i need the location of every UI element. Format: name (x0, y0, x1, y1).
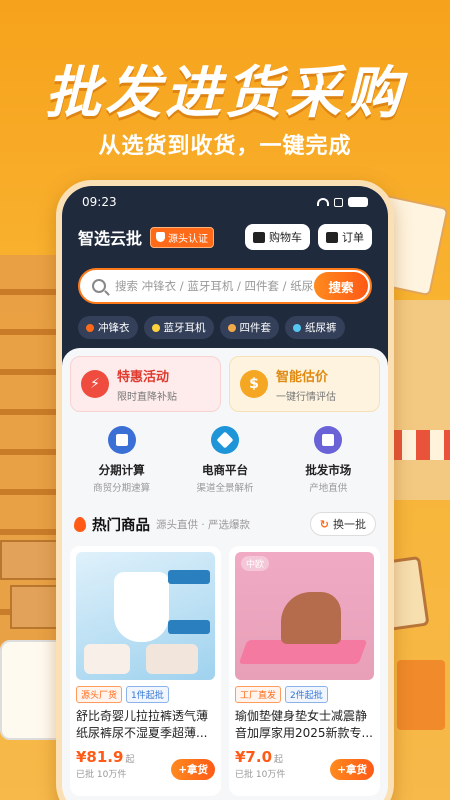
wifi-icon (317, 198, 329, 206)
refresh-label: 换一批 (333, 518, 366, 531)
shopping-bag-illustration (397, 660, 445, 730)
store-icon (314, 426, 343, 454)
product-image: 中欧 (235, 552, 374, 680)
feature-cards: ⚡ 特惠活动 限时直降补贴 $ 智能估价 一键行情评估 (70, 356, 380, 412)
cardboard-box-illustration (0, 540, 58, 580)
header-actions: 购物车 订单 (245, 224, 372, 250)
add-stock-button[interactable]: +拿货 (330, 759, 374, 780)
chip-label: 冲锋衣 (98, 322, 130, 334)
service-title: 电商平台 (201, 463, 248, 477)
chip-earphones[interactable]: 蓝牙耳机 (143, 316, 214, 339)
box-icon (227, 323, 236, 332)
card-subtitle: 限时直降补贴 (117, 391, 177, 403)
product-footer: ¥81.9 起 已批 10万件 +拿货 (76, 748, 215, 780)
orders-label: 订单 (342, 231, 364, 244)
tag-min-order: 2件起批 (285, 686, 328, 703)
product-sold: 已批 10万件 (76, 770, 127, 780)
delivery-van-illustration (0, 640, 60, 740)
search-button[interactable]: 搜索 (314, 272, 368, 300)
product-footer: ¥7.0 起 已批 10万件 +拿货 (235, 748, 374, 780)
tag-factory: 源头厂货 (76, 686, 123, 703)
card-subtitle: 一键行情评估 (276, 391, 336, 403)
smart-valuation-card[interactable]: $ 智能估价 一键行情评估 (229, 356, 380, 412)
services-row: 分期计算 商贸分期速算 电商平台 渠道全景解析 批发市场 产地直供 (70, 426, 380, 494)
chip-label: 四件套 (239, 322, 272, 334)
promo-headline: 批发进货采购 (45, 61, 405, 126)
product-tags: 工厂直发 2件起批 (235, 686, 374, 703)
hot-search-chips: 冲锋衣 蓝牙耳机 四件套 纸尿裤 (72, 316, 378, 339)
add-stock-button[interactable]: +拿货 (171, 759, 215, 780)
chip-label: 蓝牙耳机 (163, 322, 206, 334)
service-subtitle: 产地直供 (309, 483, 348, 494)
product-title: 舒比奇婴儿拉拉裤透气薄纸尿裤尿不湿夏季超薄... (76, 709, 209, 740)
service-subtitle: 商贸分期速算 (93, 483, 151, 494)
hot-subtitle: 源头直供 · 严选爆款 (156, 518, 251, 531)
product-sold: 已批 10万件 (235, 770, 286, 780)
cart-icon (253, 231, 265, 243)
status-icons (317, 197, 368, 207)
search-icon (92, 279, 106, 293)
brand-logo: 中欧 (241, 556, 270, 571)
cart-label: 购物车 (269, 231, 302, 244)
badge-label: 源头认证 (168, 233, 209, 245)
promo-subline: 从选货到收货，一键完成 (98, 134, 352, 159)
tag-min-order: 1件起批 (126, 686, 169, 703)
product-price: ¥7.0 起 (235, 748, 284, 766)
fire-icon (86, 323, 94, 332)
product-card[interactable]: 中欧 工厂直发 2件起批 瑜伽垫健身垫女士减震静音加厚家用2025新款专... … (229, 546, 380, 796)
content-panel: ⚡ 特惠活动 限时直降补贴 $ 智能估价 一键行情评估 分期计算 商贸分期速算 (62, 348, 388, 800)
clipboard-icon (326, 231, 338, 243)
product-title: 瑜伽垫健身垫女士减震静音加厚家用2025新款专... (235, 709, 373, 740)
product-price: ¥81.9 起 (76, 748, 135, 766)
product-grid: 源头厂货 1件起批 舒比奇婴儿拉拉裤透气薄纸尿裤尿不湿夏季超薄... ¥81.9… (70, 546, 380, 796)
product-tags: 源头厂货 1件起批 (76, 686, 215, 703)
card-title: 智能估价 (276, 369, 329, 385)
tag-factory: 工厂直发 (235, 686, 282, 703)
service-subtitle: 渠道全景解析 (196, 483, 254, 494)
orders-button[interactable]: 订单 (318, 224, 372, 250)
battery-icon (348, 197, 368, 207)
chip-diapers[interactable]: 纸尿裤 (285, 316, 345, 339)
ecommerce-platform-item[interactable]: 电商平台 渠道全景解析 (180, 426, 270, 494)
calculator-icon (107, 426, 136, 454)
wholesale-market-item[interactable]: 批发市场 产地直供 (283, 426, 373, 494)
diamond-icon (293, 323, 301, 332)
chip-bedding[interactable]: 四件套 (219, 316, 279, 339)
product-card[interactable]: 源头厂货 1件起批 舒比奇婴儿拉拉裤透气薄纸尿裤尿不湿夏季超薄... ¥81.9… (70, 546, 221, 796)
cart-button[interactable]: 购物车 (245, 224, 310, 250)
card-title: 特惠活动 (117, 369, 170, 385)
cube-icon (210, 426, 239, 454)
search-bar[interactable]: 搜索 冲锋衣 / 蓝牙耳机 / 四件套 / 纸尿裤 搜索 (78, 268, 372, 304)
shield-icon (156, 232, 166, 242)
product-image (76, 552, 215, 680)
chip-jacket[interactable]: 冲锋衣 (78, 316, 138, 339)
lightning-icon: ⚡ (81, 370, 109, 398)
special-offer-card[interactable]: ⚡ 特惠活动 限时直降补贴 (70, 356, 221, 412)
phone-mockup: 09:23 智选云批 源头认证 购物车 订单 搜索 冲锋衣 / 蓝牙耳机 / 四… (56, 180, 394, 800)
status-time: 09:23 (82, 195, 117, 209)
refresh-icon: ↻ (319, 517, 329, 531)
chip-label: 纸尿裤 (305, 322, 337, 334)
refresh-button[interactable]: ↻ 换一批 (309, 512, 376, 536)
status-bar: 09:23 (72, 186, 378, 218)
flame-icon (74, 516, 86, 532)
sim-icon (334, 197, 343, 207)
cardboard-box-illustration (10, 585, 60, 629)
service-title: 分期计算 (98, 463, 145, 477)
hot-products-header: 热门商品 源头直供 · 严选爆款 ↻ 换一批 (70, 512, 380, 536)
dollar-coin-icon: $ (240, 370, 268, 398)
source-verified-badge: 源头认证 (150, 226, 215, 248)
installment-calculator-item[interactable]: 分期计算 商贸分期速算 (77, 426, 167, 494)
hot-title: 热门商品 (92, 517, 150, 534)
lightning-icon (151, 323, 160, 332)
service-title: 批发市场 (305, 463, 352, 477)
app-title: 智选云批 (78, 229, 143, 248)
search-input[interactable]: 搜索 冲锋衣 / 蓝牙耳机 / 四件套 / 纸尿裤 (115, 278, 323, 294)
app-title-bar: 智选云批 源头认证 购物车 订单 (72, 218, 378, 256)
